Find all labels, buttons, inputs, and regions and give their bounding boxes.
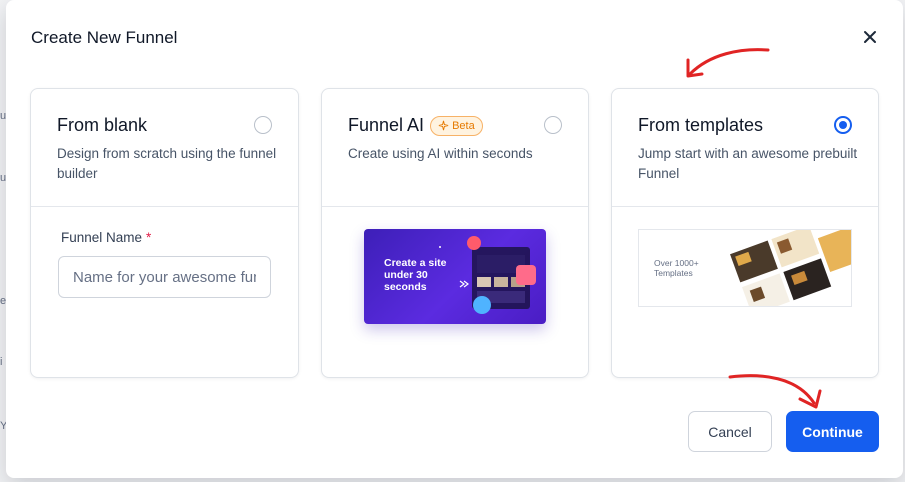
radio-funnel-ai[interactable]: [544, 116, 562, 134]
card-title: Funnel AI: [348, 115, 425, 135]
beta-badge: Beta: [430, 115, 483, 136]
funnel-ai-preview-image: Create a site under 30 seconds: [364, 229, 546, 324]
card-header: From templates Jump start with an awesom…: [612, 89, 878, 207]
modal-title: Create New Funnel: [31, 28, 178, 47]
ai-preview-graphic: [439, 236, 536, 314]
card-description: Create using AI within seconds: [348, 146, 533, 161]
radio-from-templates[interactable]: [834, 116, 852, 134]
close-icon: [864, 31, 876, 43]
templates-preview-graphic: [730, 230, 851, 306]
card-title: From templates: [638, 115, 764, 135]
card-header: Funnel AI Beta Create using AI within se…: [322, 89, 588, 207]
card-title-row: Funnel AI Beta: [348, 115, 483, 136]
close-button[interactable]: [859, 26, 881, 48]
option-card-from-blank[interactable]: From blank Design from scratch using the…: [30, 88, 299, 378]
cancel-button[interactable]: Cancel: [688, 411, 772, 452]
beta-badge-label: Beta: [452, 119, 475, 132]
card-description: Design from scratch using the funnel bui…: [57, 146, 277, 181]
card-title: From blank: [57, 115, 148, 135]
option-card-from-templates[interactable]: From templates Jump start with an awesom…: [611, 88, 879, 378]
create-funnel-modal: Create New Funnel From blank Design from…: [6, 0, 903, 478]
funnel-name-input[interactable]: [58, 256, 271, 298]
required-marker: *: [146, 230, 152, 245]
funnel-name-label: Funnel Name *: [61, 230, 151, 245]
card-header: From blank Design from scratch using the…: [31, 89, 298, 207]
funnel-name-label-text: Funnel Name: [61, 230, 143, 245]
continue-button[interactable]: Continue: [786, 411, 879, 452]
sparkle-icon: [438, 120, 449, 131]
option-card-funnel-ai[interactable]: Funnel AI Beta Create using AI within se…: [321, 88, 589, 378]
radio-from-blank[interactable]: [254, 116, 272, 134]
card-description: Jump start with an awesome prebuilt Funn…: [638, 146, 858, 181]
templates-preview-image: Over 1000+ Templates: [638, 229, 852, 307]
